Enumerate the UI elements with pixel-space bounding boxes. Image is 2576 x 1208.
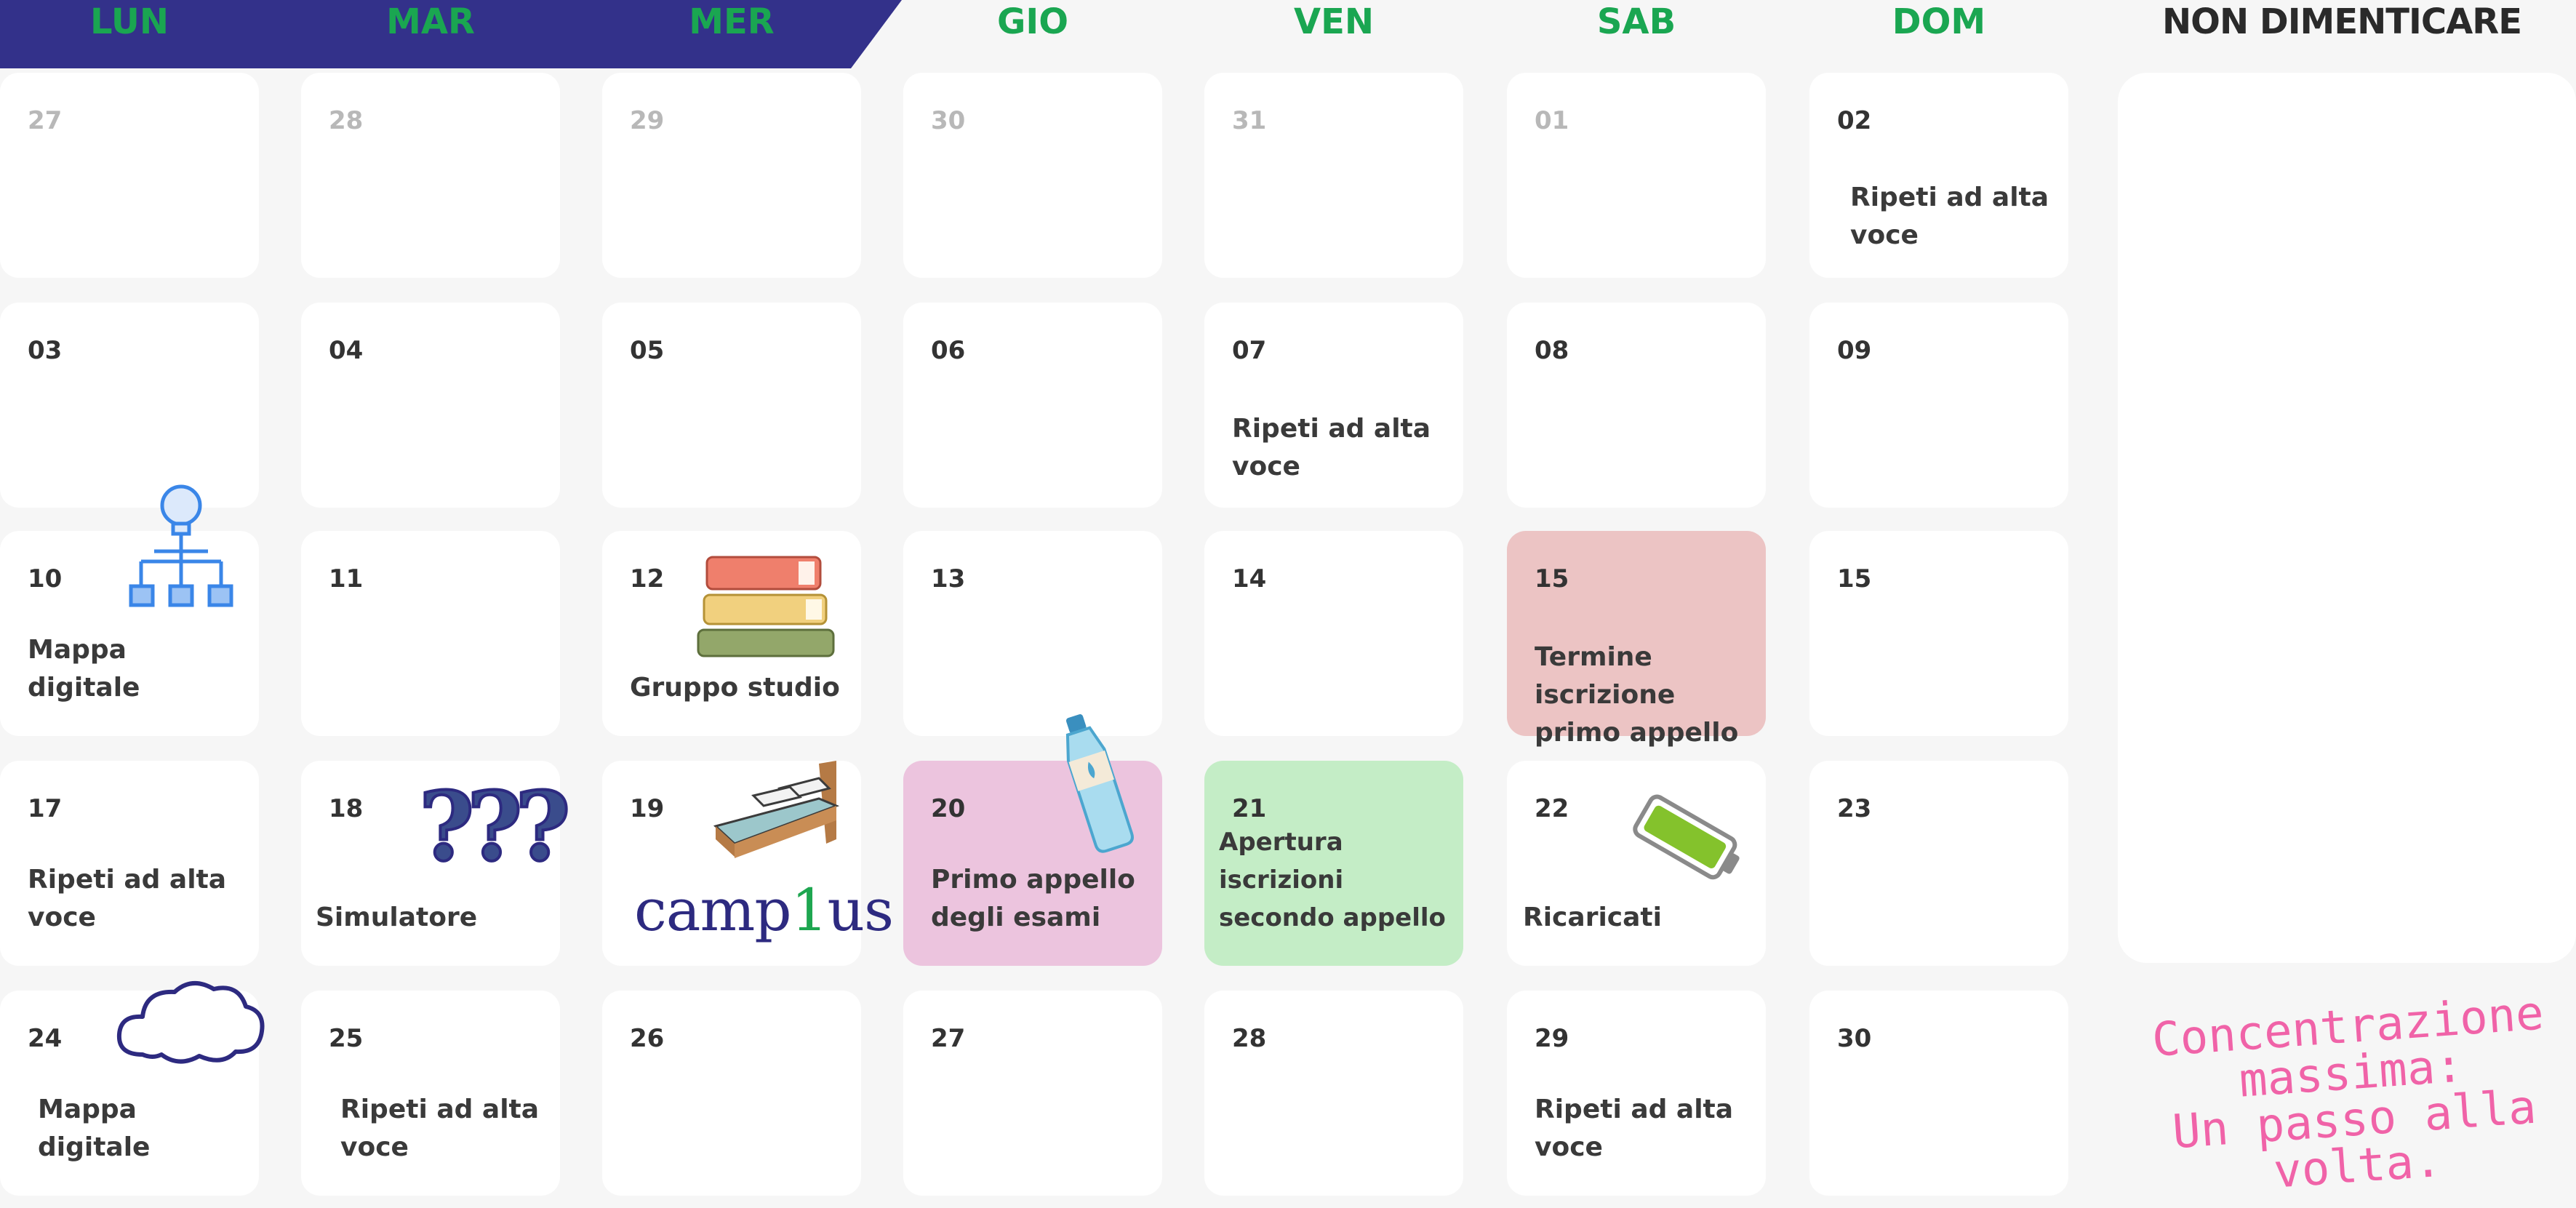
day-cell[interactable]: 14 bbox=[1204, 531, 1463, 736]
day-cell[interactable]: 29 bbox=[602, 73, 861, 278]
day-cell[interactable]: 25 Ripeti ad alta voce bbox=[301, 991, 560, 1196]
event-text: Ricaricati bbox=[1523, 903, 1662, 932]
notes-title: NON DIMENTICARE bbox=[2161, 1, 2522, 42]
day-number: 03 bbox=[28, 336, 63, 365]
day-cell[interactable]: 07 Ripeti ad alta voce bbox=[1204, 303, 1463, 508]
day-number: 24 bbox=[28, 1024, 63, 1053]
event-text: Simulatore bbox=[316, 903, 478, 932]
day-number: 02 bbox=[1837, 106, 1872, 135]
day-number: 19 bbox=[630, 794, 665, 823]
event-text: Mappa digitale bbox=[28, 635, 140, 703]
day-number: 09 bbox=[1837, 336, 1872, 365]
weekday-header: GIO bbox=[996, 1, 1069, 42]
day-number: 06 bbox=[931, 336, 966, 365]
day-cell[interactable]: 15 Termine iscrizione primo appello bbox=[1507, 531, 1766, 748]
day-cell[interactable]: 08 bbox=[1507, 303, 1766, 508]
day-number: 10 bbox=[28, 564, 63, 593]
motivational-quote: Concentrazione massima: Un passo alla vo… bbox=[2132, 987, 2573, 1205]
day-number: 27 bbox=[28, 106, 63, 135]
event-text: Termine iscrizione primo appello bbox=[1535, 642, 1739, 748]
question-marks-icon: ??? bbox=[417, 769, 572, 884]
event-text: Ripeti ad alta voce bbox=[1535, 1095, 1734, 1162]
day-number: 29 bbox=[630, 106, 665, 135]
day-cell[interactable]: 26 bbox=[602, 991, 861, 1196]
weekday-header: LUN bbox=[89, 1, 169, 42]
day-cell[interactable]: 02 Ripeti ad alta voce bbox=[1809, 73, 2068, 278]
day-cell[interactable]: 17 Ripeti ad alta voce bbox=[0, 761, 259, 966]
event-text: Apertura iscrizioni secondo appello bbox=[1219, 828, 1446, 932]
day-number: 04 bbox=[329, 336, 364, 365]
weekday-header: DOM bbox=[1892, 1, 1986, 42]
day-cell[interactable]: 06 bbox=[903, 303, 1162, 508]
bed-icon bbox=[713, 761, 840, 858]
day-cell[interactable]: 05 bbox=[602, 303, 861, 508]
brand-part: 1 bbox=[791, 876, 828, 944]
event-text: Ripeti ad alta voce bbox=[28, 865, 227, 932]
day-cell[interactable]: 01 bbox=[1507, 73, 1766, 278]
day-number: 05 bbox=[630, 336, 665, 365]
camplus-logo: camp1us bbox=[634, 876, 894, 944]
day-number: 29 bbox=[1535, 1024, 1569, 1053]
lightbulb-diagram-icon bbox=[129, 484, 233, 607]
day-cell[interactable]: 09 bbox=[1809, 303, 2068, 508]
day-number: 27 bbox=[931, 1024, 966, 1053]
day-number: 13 bbox=[931, 564, 966, 593]
day-number: 31 bbox=[1232, 106, 1267, 135]
day-number: 15 bbox=[1535, 564, 1569, 593]
day-number: 28 bbox=[329, 106, 364, 135]
brand-part: camp bbox=[634, 876, 792, 944]
event-text: Ripeti ad alta voce bbox=[1850, 183, 2049, 250]
day-number: 28 bbox=[1232, 1024, 1267, 1053]
day-cell[interactable]: 03 bbox=[0, 303, 259, 508]
cloud-icon bbox=[116, 981, 265, 1064]
weekday-header: VEN bbox=[1293, 1, 1375, 42]
day-cell[interactable]: 13 bbox=[903, 531, 1162, 736]
day-number: 14 bbox=[1232, 564, 1267, 593]
day-number: 23 bbox=[1837, 794, 1872, 823]
day-number: 08 bbox=[1535, 336, 1569, 365]
day-number: 11 bbox=[329, 564, 364, 593]
day-number: 21 bbox=[1232, 794, 1267, 823]
brand-part: us bbox=[827, 876, 894, 944]
day-cell[interactable]: 21 Apertura iscrizioni secondo appello bbox=[1204, 761, 1463, 966]
day-number: 12 bbox=[630, 564, 665, 593]
day-number: 17 bbox=[28, 794, 63, 823]
day-cell[interactable]: 28 bbox=[1204, 991, 1463, 1196]
event-text: Primo appello degli esami bbox=[931, 865, 1135, 932]
weekday-header: SAB bbox=[1596, 1, 1676, 42]
day-number: 01 bbox=[1535, 106, 1569, 135]
books-icon bbox=[697, 556, 835, 657]
day-number: 30 bbox=[931, 106, 966, 135]
day-cell[interactable]: 15 bbox=[1809, 531, 2068, 736]
battery-icon bbox=[1633, 794, 1740, 880]
event-text: Gruppo studio bbox=[630, 673, 840, 703]
day-number: 07 bbox=[1232, 336, 1267, 365]
event-text: Ripeti ad alta voce bbox=[1232, 414, 1431, 481]
day-number: 22 bbox=[1535, 794, 1569, 823]
day-cell[interactable]: 30 bbox=[1809, 991, 2068, 1196]
day-number: 15 bbox=[1837, 564, 1872, 593]
water-bottle-icon bbox=[1065, 714, 1134, 853]
day-number: 20 bbox=[931, 794, 966, 823]
event-text: Ripeti ad alta voce bbox=[340, 1095, 540, 1162]
day-cell[interactable]: 27 bbox=[0, 73, 259, 278]
day-number: 25 bbox=[329, 1024, 364, 1053]
day-cell[interactable]: 29 Ripeti ad alta voce bbox=[1507, 991, 1766, 1196]
day-cell[interactable]: 04 bbox=[301, 303, 560, 508]
day-cell[interactable]: 27 bbox=[903, 991, 1162, 1196]
notes-box[interactable] bbox=[2118, 73, 2576, 963]
day-number: 26 bbox=[630, 1024, 665, 1053]
day-cell[interactable]: 31 bbox=[1204, 73, 1463, 278]
weekday-header: MAR bbox=[386, 1, 475, 42]
day-cell[interactable]: 11 bbox=[301, 531, 560, 736]
weekday-header: MER bbox=[689, 1, 775, 42]
day-number: 18 bbox=[329, 794, 364, 823]
day-number: 30 bbox=[1837, 1024, 1872, 1053]
event-text: Mappa digitale bbox=[38, 1095, 151, 1162]
day-cell[interactable]: 23 bbox=[1809, 761, 2068, 966]
day-cell[interactable]: 28 bbox=[301, 73, 560, 278]
day-cell[interactable]: 30 bbox=[903, 73, 1162, 278]
